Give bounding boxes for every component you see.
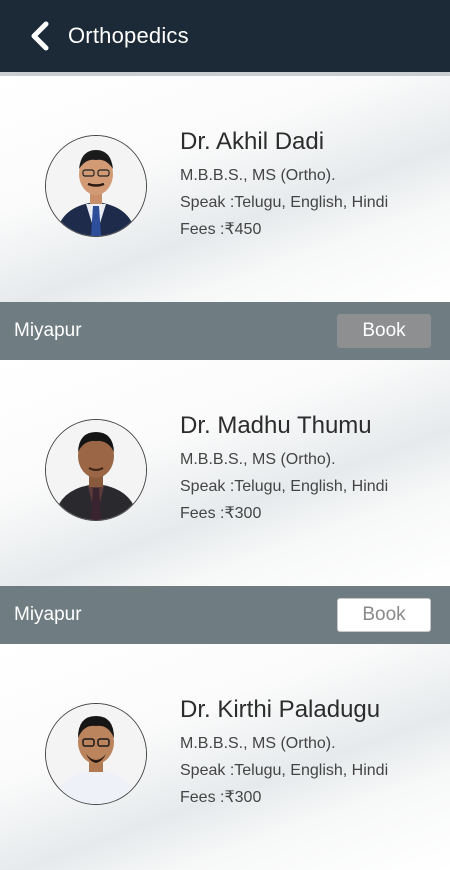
doctor-avatar [45,703,147,805]
location-label: Miyapur [14,320,82,341]
doctor-card[interactable]: Dr. Madhu Thumu M.B.B.S., MS (Ortho). Sp… [0,360,450,586]
page-title: Orthopedics [68,23,189,48]
app-bar: Orthopedics [0,0,450,76]
doctor-card[interactable]: Dr. Akhil Dadi M.B.B.S., MS (Ortho). Spe… [0,76,450,302]
doctor-fees: Fees :₹450 [180,216,388,243]
fees-label: Fees : [180,789,225,806]
doctor-info: Dr. Madhu Thumu M.B.B.S., MS (Ortho). Sp… [180,412,388,527]
fees-value: ₹300 [224,505,262,522]
doctor-fees: Fees :₹300 [180,500,388,527]
fees-label: Fees : [180,505,225,522]
back-button[interactable] [20,16,60,56]
doctor-languages: Speak :Telugu, English, Hindi [180,762,389,779]
doctor-photo [46,420,146,520]
location-bar: Miyapur Book [0,586,450,644]
doctor-fees: Fees :₹300 [180,784,388,811]
doctor-avatar [45,419,147,521]
doctor-qualification: M.B.B.S., MS (Ortho). [180,451,336,468]
chevron-left-icon [31,21,49,51]
doctor-name: Dr. Kirthi Paladugu [180,696,381,723]
doctor-info: Dr. Akhil Dadi M.B.B.S., MS (Ortho). Spe… [180,128,388,243]
fees-label: Fees : [180,221,225,238]
doctor-qualification: M.B.B.S., MS (Ortho). [180,735,336,752]
fees-value: ₹300 [224,789,262,806]
doctor-info: Dr. Kirthi Paladugu M.B.B.S., MS (Ortho)… [180,696,388,811]
doctor-qualification: M.B.B.S., MS (Ortho). [180,167,336,184]
doctor-name: Dr. Madhu Thumu [180,412,372,439]
book-button[interactable]: Book [337,314,431,348]
doctor-languages: Speak :Telugu, English, Hindi [180,194,389,211]
location-bar: Miyapur Book [0,302,450,360]
doctor-name: Dr. Akhil Dadi [180,128,325,155]
location-label: Miyapur [14,604,82,625]
fees-value: ₹450 [224,221,262,238]
doctor-photo [46,136,146,236]
doctor-photo [46,704,146,804]
doctor-list: Dr. Akhil Dadi M.B.B.S., MS (Ortho). Spe… [0,76,450,870]
doctor-avatar [45,135,147,237]
book-button[interactable]: Book [337,598,431,632]
doctor-card[interactable]: Dr. Kirthi Paladugu M.B.B.S., MS (Ortho)… [0,644,450,870]
doctor-languages: Speak :Telugu, English, Hindi [180,478,389,495]
